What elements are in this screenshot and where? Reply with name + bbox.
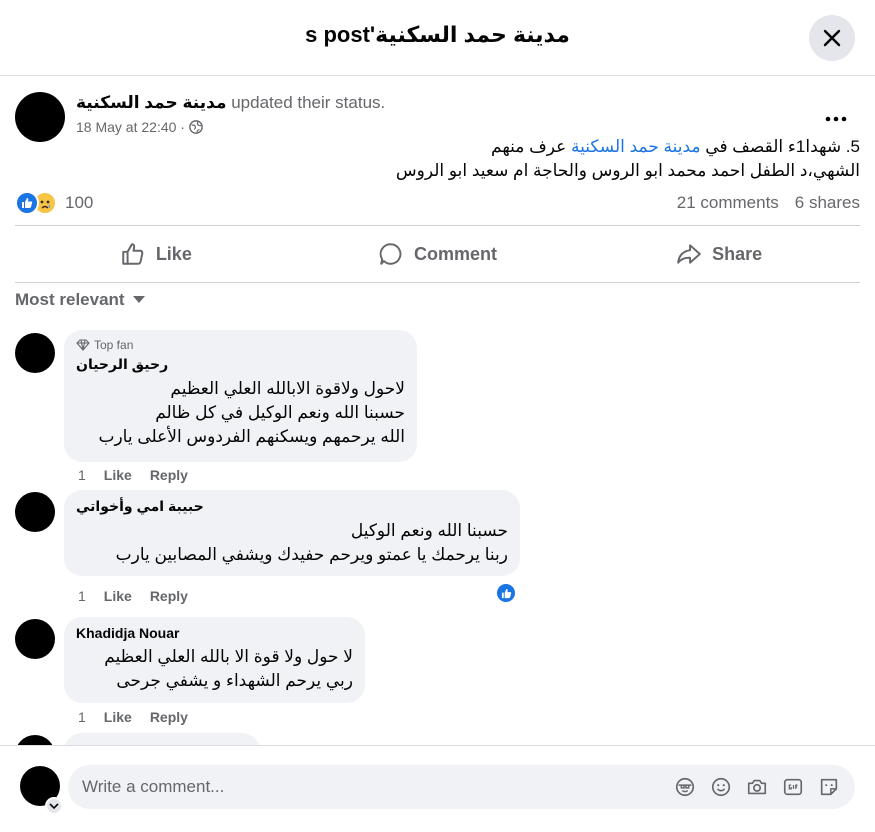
- comment-time[interactable]: 1: [78, 709, 86, 725]
- globe-icon: [189, 120, 203, 134]
- comment-actions: 1 Like Reply: [78, 467, 188, 483]
- post-action-bar: Like Comment Share: [15, 225, 860, 283]
- commenter-avatar[interactable]: [15, 619, 55, 659]
- commenter-name[interactable]: حبيبة امي وأخواتي: [76, 498, 508, 515]
- avatar-sticker-icon: [675, 777, 695, 797]
- share-arrow-icon: [677, 244, 701, 264]
- photo-button[interactable]: [745, 775, 769, 799]
- comment-line: حسبنا الله ونعم الوكيل في كل ظالم: [155, 403, 405, 422]
- dialog-title: s post'مدينة حمد السكنية: [305, 22, 570, 47]
- post-body-text-b: عرف منهم: [491, 137, 572, 156]
- like-reaction-icon: [15, 191, 39, 215]
- top-fan-badge: Top fan: [76, 338, 405, 352]
- sticker-icon: [820, 778, 838, 796]
- reactions-summary[interactable]: 100: [15, 191, 93, 215]
- comment-input[interactable]: Write a comment...: [68, 765, 855, 809]
- comment-reply-button[interactable]: Reply: [150, 467, 188, 483]
- comment-like-button[interactable]: Like: [104, 709, 132, 725]
- comment-composer: Write a comment...: [0, 745, 875, 832]
- comment-like-button[interactable]: Like: [104, 588, 132, 604]
- gif-button[interactable]: [781, 775, 805, 799]
- commenter-name[interactable]: Khadidja Nouar: [76, 625, 353, 641]
- close-button[interactable]: [809, 15, 855, 61]
- post-author-link[interactable]: مدينة حمد السكنية: [76, 93, 226, 112]
- sort-label: Most relevant: [15, 290, 125, 309]
- comment-reply-button[interactable]: Reply: [150, 709, 188, 725]
- emoji-icon: [711, 777, 731, 797]
- comment-like-button[interactable]: Like: [104, 467, 132, 483]
- post-body-line-2: الشهي،د الطفل احمد محمد ابو الروس والحاج…: [395, 161, 860, 180]
- comment-like-reaction[interactable]: [495, 582, 517, 604]
- post-body-page-link[interactable]: مدينة حمد السكنية: [571, 137, 701, 156]
- post-scroll-area[interactable]: مدينة حمد السكنية updated their status. …: [0, 77, 875, 745]
- caret-down-icon: [132, 296, 145, 303]
- composer-icons: [673, 775, 841, 799]
- comment-bubble: Khadidja Nouar لا حول ولا قوة الا بالله …: [64, 617, 365, 703]
- commenter-name[interactable]: رحيق الرحيان: [76, 356, 405, 373]
- more-options-button[interactable]: [824, 103, 852, 123]
- comment-label: Comment: [414, 243, 498, 264]
- close-icon: [823, 29, 841, 47]
- comment-line: ربي يرحم الشهداء و يشفي جرحى: [116, 671, 353, 690]
- reaction-count: 100: [65, 193, 94, 212]
- comment-actions: 1 Like Reply: [78, 709, 188, 725]
- comment-bubble: Top fan رحيق الرحيان لاحول ولاقوة الابال…: [64, 330, 417, 462]
- comment-line: ربنا يرحمك يا عمتو ويرحم حفيدك ويشفي الم…: [115, 545, 508, 564]
- comment-line: لاحول ولاقوة الابالله العلي العظيم: [170, 379, 405, 398]
- post-body-line-1: 5. شهدا1ء القصف في مدينة حمد السكنية عرف…: [160, 135, 860, 159]
- like-button[interactable]: Like: [15, 226, 297, 282]
- post-counts: 21 comments 6 shares: [677, 193, 860, 213]
- diamond-icon: [76, 339, 90, 351]
- avatar-sticker-button[interactable]: [673, 775, 697, 799]
- comment-line: حسبنا الله ونعم الوكيل: [350, 521, 508, 540]
- top-fan-label: Top fan: [94, 338, 134, 352]
- post-timestamp[interactable]: 18 May at 22:40 ·: [76, 119, 185, 135]
- comment-bubble-icon: [379, 243, 402, 265]
- post-action-text: updated their status.: [226, 93, 386, 112]
- sticker-button[interactable]: [817, 775, 841, 799]
- emoji-button[interactable]: [709, 775, 733, 799]
- thumbs-up-icon: [122, 243, 144, 265]
- comment-actions: 1 Like Reply: [78, 588, 188, 604]
- shares-count[interactable]: 6 shares: [795, 193, 860, 213]
- post-author-line: مدينة حمد السكنية updated their status.: [76, 93, 385, 113]
- post-dialog: s post'مدينة حمد السكنية مدينة حمد السكن…: [0, 0, 875, 832]
- dialog-header: s post'مدينة حمد السكنية: [0, 0, 875, 76]
- page-avatar[interactable]: [15, 92, 65, 142]
- post-meta: 18 May at 22:40 ·: [76, 119, 203, 135]
- commenter-avatar[interactable]: [15, 492, 55, 532]
- like-label: Like: [155, 243, 192, 264]
- comment-line: لا حول ولا قوة الا بالله العلي العظيم: [104, 647, 353, 666]
- share-button[interactable]: Share: [578, 226, 860, 282]
- more-options-icon: [825, 116, 847, 122]
- comment-placeholder: Write a comment...: [82, 777, 225, 796]
- profile-switch-button[interactable]: [45, 797, 63, 815]
- comment-time[interactable]: 1: [78, 588, 86, 604]
- commenter-avatar[interactable]: [15, 735, 55, 745]
- like-reaction-icon: [501, 588, 511, 598]
- sort-dropdown[interactable]: Most relevant: [15, 290, 145, 310]
- comment-button[interactable]: Comment: [297, 226, 579, 282]
- comments-count[interactable]: 21 comments: [677, 193, 779, 213]
- comment-time[interactable]: 1: [78, 467, 86, 483]
- gif-icon: [783, 778, 803, 796]
- share-label: Share: [712, 243, 763, 264]
- comment-line: الله يرحمهم ويسكنهم الفردوس الأعلى يارب: [98, 427, 405, 446]
- comment-bubble: [64, 733, 260, 745]
- post-body-text-a: 5. شهدا1ء القصف في: [700, 137, 860, 156]
- comment-reply-button[interactable]: Reply: [150, 588, 188, 604]
- camera-icon: [747, 779, 767, 795]
- commenter-avatar[interactable]: [15, 333, 55, 373]
- chevron-down-icon: [49, 803, 59, 810]
- post-body: 5. شهدا1ء القصف في مدينة حمد السكنية عرف…: [160, 135, 860, 183]
- comment-bubble: حبيبة امي وأخواتي حسبنا الله ونعم الوكيل…: [64, 490, 520, 576]
